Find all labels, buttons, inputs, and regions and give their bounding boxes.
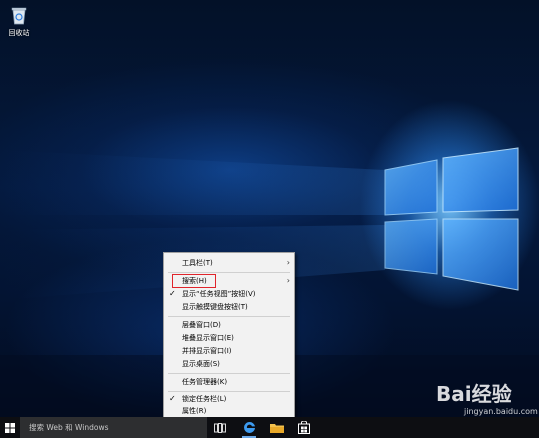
menu-item-show-desktop[interactable]: 显示桌面(S) xyxy=(164,358,294,370)
edge-taskbar-button[interactable] xyxy=(240,419,258,438)
search-input[interactable]: 搜索 Web 和 Windows xyxy=(20,417,207,438)
menu-item-stacked[interactable]: 堆叠显示窗口(E) xyxy=(164,332,294,344)
menu-item-toolbars[interactable]: 工具栏(T) › xyxy=(164,257,294,269)
menu-item-label: 层叠窗口(D) xyxy=(182,321,221,329)
watermark-site: jingyan.baidu.com xyxy=(464,407,538,416)
chevron-right-icon: › xyxy=(286,258,290,267)
taskbar: 搜索 Web 和 Windows xyxy=(0,417,539,438)
store-icon xyxy=(298,421,310,434)
checkmark-icon: ✓ xyxy=(169,394,176,403)
start-button[interactable] xyxy=(0,417,20,438)
menu-item-task-manager[interactable]: 任务管理器(K) xyxy=(164,376,294,388)
menu-item-label: 显示“任务视图”按钮(V) xyxy=(182,290,256,298)
checkmark-icon: ✓ xyxy=(169,289,176,298)
menu-separator xyxy=(168,272,290,273)
baidu-jingyan-watermark: Bai经验 jingyan.baidu.com xyxy=(436,378,538,418)
menu-item-label: 锁定任务栏(L) xyxy=(182,395,227,403)
menu-item-label: 堆叠显示窗口(E) xyxy=(182,334,234,342)
menu-item-label: 显示触摸键盘按钮(T) xyxy=(182,303,248,311)
taskbar-context-menu: 工具栏(T) › 搜索(H) › ✓ 显示“任务视图”按钮(V) 显示触摸键盘按… xyxy=(163,252,295,418)
menu-item-label: 工具栏(T) xyxy=(182,259,213,267)
windows-start-icon xyxy=(5,422,15,433)
menu-item-cascade[interactable]: 层叠窗口(D) xyxy=(164,319,294,331)
recycle-bin-label: 回收站 xyxy=(8,29,30,37)
menu-item-lock-taskbar[interactable]: ✓ 锁定任务栏(L) xyxy=(164,393,294,405)
recycle-bin-icon xyxy=(11,7,27,25)
menu-item-label: 属性(R) xyxy=(182,407,207,415)
red-highlight-box xyxy=(172,274,216,288)
menu-separator xyxy=(168,373,290,374)
file-explorer-icon xyxy=(270,424,284,433)
menu-item-properties[interactable]: 属性(R) xyxy=(164,405,294,417)
menu-item-label: 并排显示窗口(I) xyxy=(182,347,232,355)
menu-item-show-task-view[interactable]: ✓ 显示“任务视图”按钮(V) xyxy=(164,288,294,300)
search-placeholder: 搜索 Web 和 Windows xyxy=(29,423,109,432)
recycle-bin-shortcut[interactable]: 回收站 xyxy=(4,4,34,38)
menu-item-label: 任务管理器(K) xyxy=(182,378,228,386)
chevron-right-icon: › xyxy=(286,276,290,285)
menu-separator xyxy=(168,316,290,317)
menu-item-side-by-side[interactable]: 并排显示窗口(I) xyxy=(164,345,294,357)
task-view-icon xyxy=(214,422,226,433)
edge-browser-icon xyxy=(243,421,255,433)
watermark-brand: Bai经验 xyxy=(436,382,512,406)
file-explorer-button[interactable] xyxy=(268,419,286,436)
menu-item-touch-keyboard[interactable]: 显示触摸键盘按钮(T) xyxy=(164,301,294,313)
menu-separator xyxy=(168,391,290,392)
store-button[interactable] xyxy=(295,419,313,436)
menu-item-label: 显示桌面(S) xyxy=(182,360,220,368)
task-view-button[interactable] xyxy=(211,419,229,436)
